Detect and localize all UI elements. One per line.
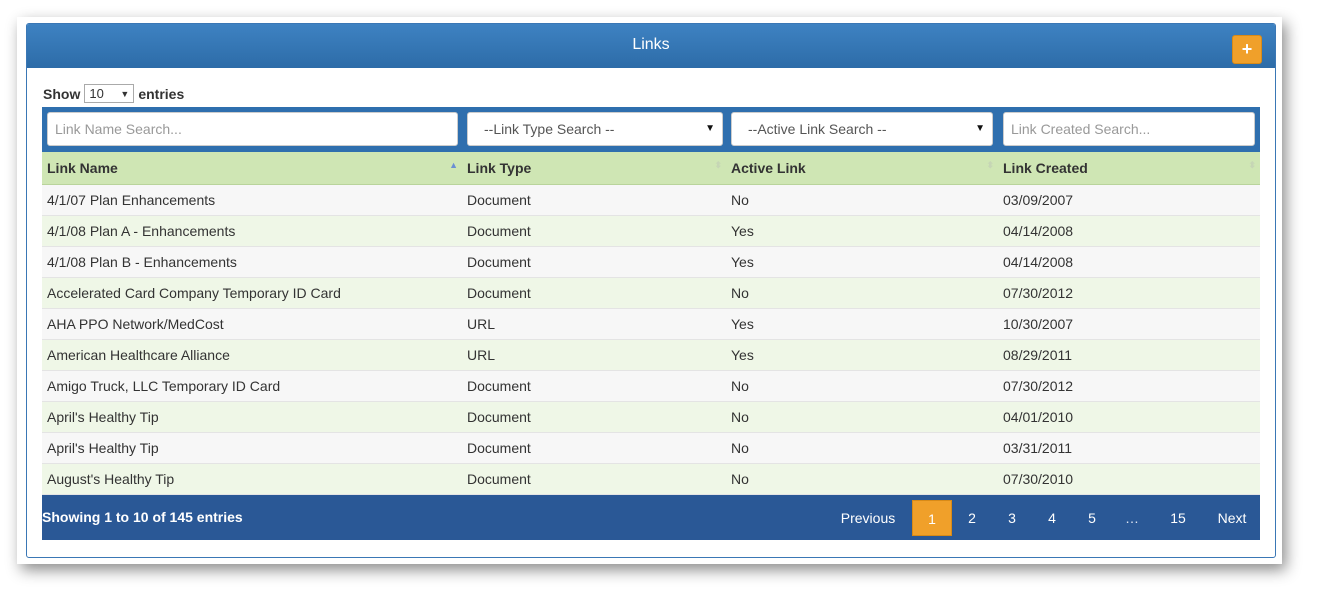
cell-link-name: American Healthcare Alliance bbox=[42, 339, 462, 371]
sort-icon: ⬍ bbox=[1248, 160, 1256, 170]
cell-link-type: URL bbox=[462, 339, 726, 371]
cell-link-name: Accelerated Card Company Temporary ID Ca… bbox=[42, 277, 462, 309]
cell-active-link: Yes bbox=[726, 215, 998, 247]
column-search-bar: Link Name Search... --Link Type Search -… bbox=[42, 107, 1260, 152]
cell-link-created: 08/29/2011 bbox=[998, 339, 1260, 371]
pagination-ellipsis: … bbox=[1125, 510, 1139, 526]
column-header-active-link[interactable]: Active Link ⬍ bbox=[726, 152, 998, 185]
cell-link-type: Document bbox=[462, 432, 726, 464]
column-header-link-created[interactable]: Link Created ⬍ bbox=[998, 152, 1260, 185]
table-info: Showing 1 to 10 of 145 entries bbox=[42, 509, 243, 525]
cell-link-created: 03/31/2011 bbox=[998, 432, 1260, 464]
column-header-label: Active Link bbox=[731, 160, 806, 176]
chevron-down-icon: ▼ bbox=[705, 123, 715, 134]
link-type-search-select[interactable]: --Link Type Search -- ▼ bbox=[467, 112, 723, 146]
table-row: American Healthcare Alliance URL Yes 08/29/… bbox=[42, 339, 1260, 371]
cell-active-link: Yes bbox=[726, 308, 998, 340]
cell-active-link: Yes bbox=[726, 246, 998, 278]
cell-link-created: 10/30/2007 bbox=[998, 308, 1260, 340]
link-type-search-value: --Link Type Search -- bbox=[484, 121, 615, 137]
table-body: 4/1/07 Plan Enhancements Document No 03/09/… bbox=[42, 184, 1260, 495]
length-menu: Show 10 ▼ entries bbox=[43, 84, 184, 103]
cell-active-link: No bbox=[726, 401, 998, 433]
table-row: 4/1/08 Plan A - Enhancements Document Yes 0… bbox=[42, 215, 1260, 247]
table-row: August's Healthy Tip Document No 07/30/2010 bbox=[42, 463, 1260, 495]
entries-per-page-select[interactable]: 10 ▼ bbox=[84, 84, 135, 103]
cell-link-type: Document bbox=[462, 246, 726, 278]
table-row: 4/1/07 Plan Enhancements Document No 03/09/… bbox=[42, 184, 1260, 216]
page-button-5[interactable]: 5 bbox=[1072, 500, 1112, 536]
sort-icon: ⬍ bbox=[714, 160, 722, 170]
cell-active-link: No bbox=[726, 463, 998, 495]
add-link-button[interactable]: + bbox=[1232, 35, 1262, 64]
cell-active-link: No bbox=[726, 277, 998, 309]
cell-link-type: Document bbox=[462, 463, 726, 495]
table-row: April's Healthy Tip Document No 03/31/2011 bbox=[42, 432, 1260, 464]
cell-link-name: August's Healthy Tip bbox=[42, 463, 462, 495]
cell-active-link: No bbox=[726, 432, 998, 464]
show-label: Show bbox=[43, 85, 81, 102]
column-header-label: Link Name bbox=[47, 160, 118, 176]
column-header-link-name[interactable]: Link Name ▲ bbox=[42, 152, 462, 185]
cell-link-type: Document bbox=[462, 370, 726, 402]
cell-link-type: Document bbox=[462, 215, 726, 247]
cell-link-name: AHA PPO Network/MedCost bbox=[42, 308, 462, 340]
cell-link-created: 04/14/2008 bbox=[998, 215, 1260, 247]
previous-page-button[interactable]: Previous bbox=[824, 500, 912, 536]
cell-link-name: 4/1/07 Plan Enhancements bbox=[42, 184, 462, 216]
cell-link-name: April's Healthy Tip bbox=[42, 401, 462, 433]
page-button-15[interactable]: 15 bbox=[1152, 500, 1204, 536]
page-button-4[interactable]: 4 bbox=[1032, 500, 1072, 536]
cell-link-created: 07/30/2012 bbox=[998, 370, 1260, 402]
cell-link-type: Document bbox=[462, 184, 726, 216]
links-table: Link Name ▲ Link Type ⬍ Active Link ⬍ Li… bbox=[42, 152, 1260, 495]
cell-link-created: 04/14/2008 bbox=[998, 246, 1260, 278]
pagination: Previous 1 2 3 4 5 … 15 Next bbox=[824, 500, 1260, 536]
column-header-link-type[interactable]: Link Type ⬍ bbox=[462, 152, 726, 185]
cell-active-link: No bbox=[726, 370, 998, 402]
column-header-label: Link Created bbox=[1003, 160, 1088, 176]
table-header-row: Link Name ▲ Link Type ⬍ Active Link ⬍ Li… bbox=[42, 152, 1260, 185]
page-button-2[interactable]: 2 bbox=[952, 500, 992, 536]
cell-link-type: Document bbox=[462, 277, 726, 309]
cell-link-type: Document bbox=[462, 401, 726, 433]
table-row: 4/1/08 Plan B - Enhancements Document Yes 0… bbox=[42, 246, 1260, 278]
link-name-search-input[interactable]: Link Name Search... bbox=[47, 112, 458, 146]
next-page-button[interactable]: Next bbox=[1204, 500, 1260, 536]
page-button-3[interactable]: 3 bbox=[992, 500, 1032, 536]
table-row: April's Healthy Tip Document No 04/01/2010 bbox=[42, 401, 1260, 433]
table-footer: Showing 1 to 10 of 145 entries Previous … bbox=[42, 495, 1260, 540]
panel-header: Links + bbox=[27, 24, 1275, 68]
sort-asc-icon: ▲ bbox=[449, 160, 458, 170]
active-link-search-select[interactable]: --Active Link Search -- ▼ bbox=[731, 112, 993, 146]
link-created-search-input[interactable]: Link Created Search... bbox=[1003, 112, 1255, 146]
chevron-down-icon: ▼ bbox=[975, 123, 985, 134]
page-button-1[interactable]: 1 bbox=[912, 500, 952, 536]
entries-per-page-value: 10 bbox=[89, 86, 104, 101]
cell-link-type: URL bbox=[462, 308, 726, 340]
sort-icon: ⬍ bbox=[986, 160, 994, 170]
table-row: AHA PPO Network/MedCost URL Yes 10/30/2007 bbox=[42, 308, 1260, 340]
table-row: Accelerated Card Company Temporary ID Ca… bbox=[42, 277, 1260, 309]
cell-active-link: No bbox=[726, 184, 998, 216]
entries-label: entries bbox=[138, 85, 185, 102]
cell-link-created: 03/09/2007 bbox=[998, 184, 1260, 216]
panel-title: Links bbox=[632, 36, 670, 53]
links-panel: Links + Show 10 ▼ entries Link Name Sear… bbox=[26, 23, 1276, 558]
column-header-label: Link Type bbox=[467, 160, 532, 176]
cell-link-created: 07/30/2010 bbox=[998, 463, 1260, 495]
cell-link-name: 4/1/08 Plan B - Enhancements bbox=[42, 246, 462, 278]
cell-link-name: Amigo Truck, LLC Temporary ID Card bbox=[42, 370, 462, 402]
chevron-down-icon: ▼ bbox=[120, 88, 130, 99]
active-link-search-value: --Active Link Search -- bbox=[748, 121, 887, 137]
cell-link-name: 4/1/08 Plan A - Enhancements bbox=[42, 215, 462, 247]
cell-link-created: 07/30/2012 bbox=[998, 277, 1260, 309]
cell-active-link: Yes bbox=[726, 339, 998, 371]
window-frame: Links + Show 10 ▼ entries Link Name Sear… bbox=[17, 17, 1282, 564]
cell-link-created: 04/01/2010 bbox=[998, 401, 1260, 433]
cell-link-name: April's Healthy Tip bbox=[42, 432, 462, 464]
table-row: Amigo Truck, LLC Temporary ID Card Docume… bbox=[42, 370, 1260, 402]
